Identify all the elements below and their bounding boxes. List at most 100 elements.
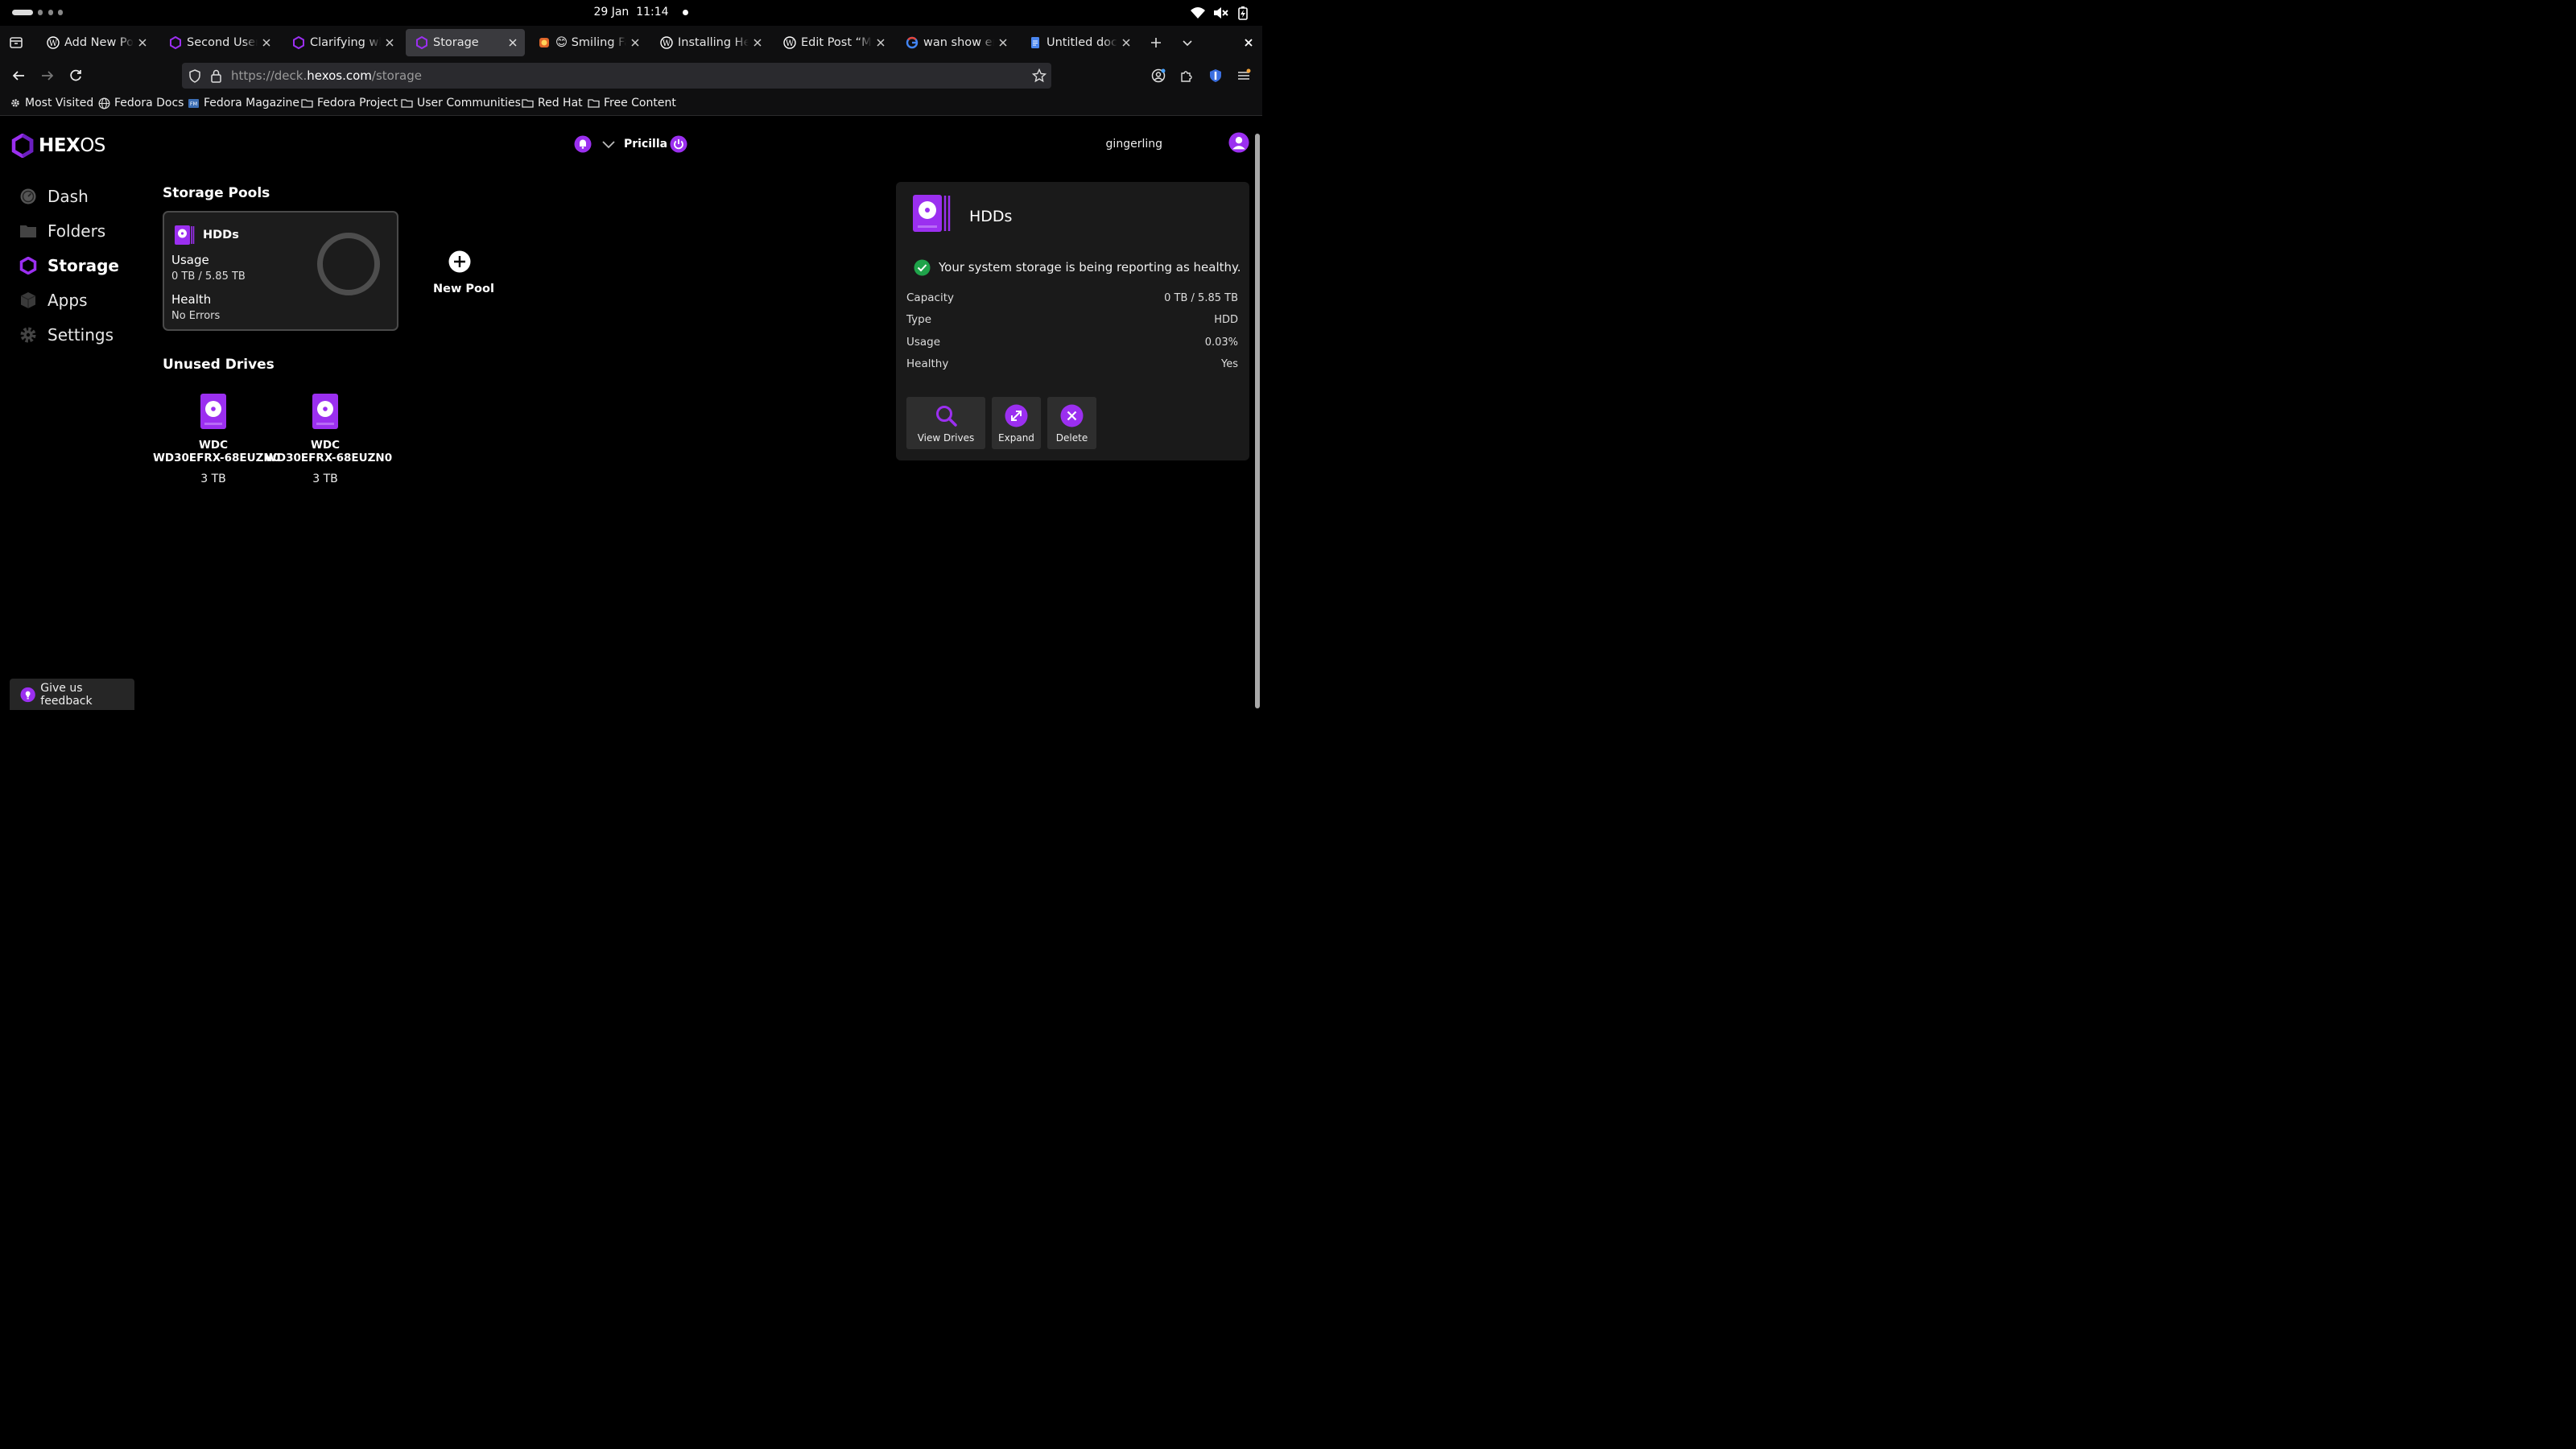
list-tabs-chevron-down-icon[interactable]: [1181, 36, 1194, 49]
battery-icon[interactable]: [1236, 6, 1249, 20]
detail-title: HDDs: [969, 208, 1013, 225]
property-value: 0.03%: [1204, 336, 1238, 349]
new-tab-plus-icon[interactable]: [1150, 36, 1162, 49]
unused-drive-item[interactable]: WDC WD30EFRX-68EUZN0 3 TB: [265, 393, 393, 485]
unused-drive-item[interactable]: WDC WD30EFRX-68EUZN0 3 TB: [153, 393, 281, 485]
close-tab-icon[interactable]: [1121, 37, 1132, 48]
close-tab-icon[interactable]: [752, 37, 763, 48]
wifi-icon[interactable]: [1190, 6, 1206, 20]
emoji-site-icon: [539, 38, 549, 47]
address-bar[interactable]: https://deck.hexos.com/storage: [182, 63, 1051, 89]
hexos-logo[interactable]: HEXOS: [11, 134, 105, 158]
storage-pool-card[interactable]: HDDs Usage 0 TB / 5.85 TB Health No Erro…: [163, 211, 398, 331]
feedback-button[interactable]: Give us feedback: [10, 679, 134, 710]
browser-tab[interactable]: wan show em: [896, 29, 1015, 56]
hexos-logo-icon: [11, 134, 34, 158]
bookmark-star-icon[interactable]: [1032, 68, 1046, 83]
globe-icon: [98, 97, 110, 109]
close-tab-icon[interactable]: [630, 37, 641, 48]
sidebar-item-apps[interactable]: Apps: [19, 291, 88, 310]
action-label: View Drives: [917, 432, 975, 444]
username[interactable]: gingerling: [1106, 138, 1162, 151]
close-tab-icon[interactable]: [997, 37, 1009, 48]
browser-tab-active[interactable]: Storage: [406, 29, 525, 56]
add-circle-icon: [448, 250, 471, 273]
bookmark-user-communities[interactable]: User Communities: [401, 97, 521, 109]
system-clock[interactable]: 29 Jan 11:14: [0, 6, 1262, 19]
close-tab-icon[interactable]: [875, 37, 886, 48]
close-tab-icon[interactable]: [137, 37, 148, 48]
close-window-icon[interactable]: [1242, 36, 1255, 49]
logo-os: OS: [80, 135, 105, 156]
drive-model: WD30EFRX-68EUZN0: [265, 452, 393, 464]
bookmark-fedora-project[interactable]: Fedora Project: [301, 97, 398, 109]
close-circle-icon: [1060, 404, 1084, 427]
browser-tab[interactable]: Untitled docu: [1019, 29, 1138, 56]
reload-icon[interactable]: [68, 68, 83, 83]
sidebar-item-storage[interactable]: Storage: [19, 256, 119, 275]
pool-detail-panel: HDDs Your system storage is being report…: [896, 182, 1249, 460]
pool-usage-ring: [317, 233, 380, 295]
browser-tab[interactable]: Clarifying who: [283, 29, 402, 56]
close-tab-icon[interactable]: [384, 37, 395, 48]
property-label: Capacity: [906, 291, 954, 304]
back-arrow-icon[interactable]: [11, 68, 26, 83]
privacy-badger-icon[interactable]: [1208, 68, 1223, 83]
page-scrollbar-thumb[interactable]: [1255, 134, 1260, 708]
drive-brand: WDC: [198, 439, 228, 452]
bookmark-red-hat[interactable]: Red Hat: [522, 97, 583, 109]
sidebar-item-folders[interactable]: Folders: [19, 221, 105, 241]
bookmark-most-visited[interactable]: Most Visited: [10, 97, 93, 109]
close-tab-icon[interactable]: [507, 37, 518, 48]
delete-button[interactable]: Delete: [1047, 397, 1096, 449]
drive-model: WD30EFRX-68EUZN0: [153, 452, 281, 464]
clock-date: 29 Jan: [593, 6, 630, 19]
extensions-puzzle-icon[interactable]: [1179, 68, 1194, 83]
account-icon[interactable]: [1151, 68, 1166, 83]
tab-overview-icon[interactable]: [9, 35, 23, 50]
property-value: Yes: [1221, 358, 1238, 370]
bookmark-fedora-docs[interactable]: Fedora Docs: [98, 97, 184, 109]
bookmark-free-content[interactable]: Free Content: [588, 97, 676, 109]
pool-name: HDDs: [203, 229, 239, 242]
bookmarks-toolbar: Most Visited Fedora Docs FM Fedora Magaz…: [0, 92, 1262, 116]
server-chevron-down-icon[interactable]: [601, 134, 616, 155]
folder-icon: [20, 225, 36, 237]
clock-time: 11:14: [636, 6, 669, 19]
wordpress-icon: W: [660, 36, 673, 49]
server-name[interactable]: Pricilla: [624, 138, 667, 151]
browser-tab[interactable]: W Add New Post: [37, 29, 155, 56]
gear-icon: [20, 327, 36, 343]
sidebar-item-dash[interactable]: Dash: [19, 187, 89, 206]
browser-tab[interactable]: Second User/P: [159, 29, 279, 56]
hexagon-icon: [19, 257, 37, 275]
volume-muted-icon[interactable]: [1212, 6, 1228, 20]
lightbulb-icon: [20, 687, 35, 702]
logo-hex: HEX: [39, 135, 80, 156]
property-label: Usage: [906, 336, 941, 349]
folder-icon: [522, 99, 534, 108]
hexos-icon: [170, 36, 181, 49]
user-avatar-icon[interactable]: [1228, 132, 1250, 153]
expand-button[interactable]: Expand: [992, 397, 1041, 449]
new-pool-button[interactable]: New Pool: [433, 250, 494, 295]
close-tab-icon[interactable]: [261, 37, 272, 48]
sidebar-item-settings[interactable]: Settings: [19, 325, 114, 345]
hdd-icon: [913, 195, 951, 232]
url-domain: hexos.com: [307, 68, 372, 83]
browser-tab[interactable]: W Edit Post “Mal: [774, 29, 893, 56]
cube-icon: [20, 292, 36, 308]
browser-tab[interactable]: W Installing Hex: [650, 29, 770, 56]
browser-tab[interactable]: 😊 Smiling Fac: [528, 29, 647, 56]
view-drives-button[interactable]: View Drives: [906, 397, 985, 449]
notification-bell-icon[interactable]: [574, 134, 592, 155]
app-menu-hamburger-icon[interactable]: [1236, 68, 1251, 83]
url-text[interactable]: https://deck.hexos.com/storage: [231, 68, 422, 83]
bookmark-fedora-magazine[interactable]: FM Fedora Magazine: [188, 97, 299, 109]
shield-icon[interactable]: [188, 69, 201, 83]
power-icon[interactable]: [670, 134, 687, 155]
lock-icon[interactable]: [210, 69, 222, 83]
hexos-icon: [293, 36, 304, 49]
svg-text:W: W: [786, 39, 795, 48]
forward-arrow-icon[interactable]: [40, 68, 55, 83]
